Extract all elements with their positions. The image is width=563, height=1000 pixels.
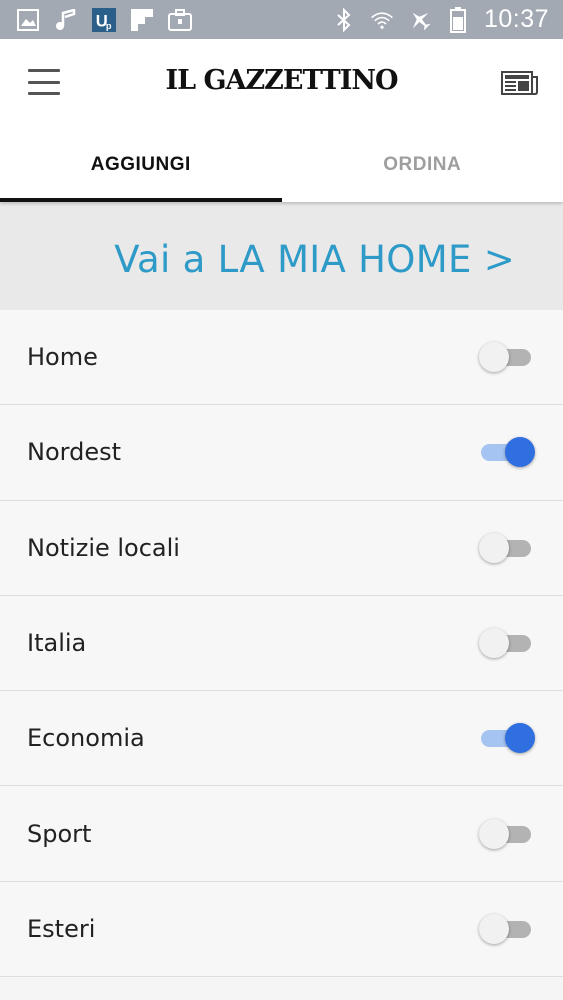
newspaper-button[interactable] <box>501 69 539 97</box>
section-label: Sport <box>27 819 92 848</box>
status-bar: Up 10:37 <box>0 0 563 39</box>
gallery-icon <box>16 8 40 32</box>
section-toggle-home[interactable] <box>479 340 531 374</box>
section-label: Notizie locali <box>27 533 180 562</box>
section-label: Esteri <box>27 914 96 943</box>
status-left-icons: Up <box>0 7 192 32</box>
section-toggle-italia[interactable] <box>479 626 531 660</box>
app-title: IL GAZZETTINO <box>165 65 398 96</box>
newspaper-icon <box>501 71 538 95</box>
section-row-home[interactable]: Home <box>0 310 563 406</box>
toggle-thumb <box>479 913 509 944</box>
section-row-economia[interactable]: Economia <box>0 691 563 787</box>
battery-icon <box>446 6 470 33</box>
section-label: Home <box>27 343 98 372</box>
section-toggle-esteri[interactable] <box>479 912 531 946</box>
section-label: Nordest <box>27 438 121 467</box>
section-toggle-nordest[interactable] <box>481 435 535 469</box>
home-banner: Vai a LA MIA HOME > <box>0 202 563 310</box>
app-bar: IL GAZZETTINO <box>0 39 563 127</box>
toggle-thumb <box>479 628 509 659</box>
briefcase-icon <box>168 8 192 32</box>
my-home-link[interactable]: Vai a LA MIA HOME > <box>114 238 515 281</box>
section-list: Home Nordest Notizie locali Italia Econo… <box>0 310 563 978</box>
tab-aggiungi[interactable]: AGGIUNGI <box>0 127 282 202</box>
section-row-esteri[interactable]: Esteri <box>0 882 563 978</box>
section-toggle-sport[interactable] <box>479 817 531 851</box>
tab-ordina[interactable]: ORDINA <box>282 127 563 202</box>
section-toggle-notizie-locali[interactable] <box>479 531 531 565</box>
wifi-icon <box>370 8 394 32</box>
section-label: Italia <box>27 629 87 658</box>
toggle-thumb <box>479 818 509 849</box>
section-row-nordest[interactable]: Nordest <box>0 405 563 501</box>
section-label: Economia <box>27 724 145 753</box>
toggle-thumb <box>505 723 535 754</box>
airplane-icon <box>408 8 432 32</box>
section-row-notizie-locali[interactable]: Notizie locali <box>0 501 563 596</box>
section-toggle-economia[interactable] <box>481 721 535 755</box>
tab-bar: AGGIUNGI ORDINA <box>0 127 563 202</box>
bluetooth-icon <box>332 7 356 32</box>
section-row-sport[interactable]: Sport <box>0 786 563 882</box>
toggle-thumb <box>505 437 535 468</box>
status-time: 10:37 <box>483 5 549 33</box>
app-badge-icon: Up <box>92 7 116 32</box>
flipboard-icon <box>130 8 154 32</box>
status-right-icons: 10:37 <box>332 5 563 34</box>
section-row-italia[interactable]: Italia <box>0 596 563 692</box>
music-icon <box>54 8 78 32</box>
toggle-thumb <box>479 532 509 563</box>
toggle-thumb <box>479 342 509 373</box>
svg-text:p: p <box>106 21 112 31</box>
